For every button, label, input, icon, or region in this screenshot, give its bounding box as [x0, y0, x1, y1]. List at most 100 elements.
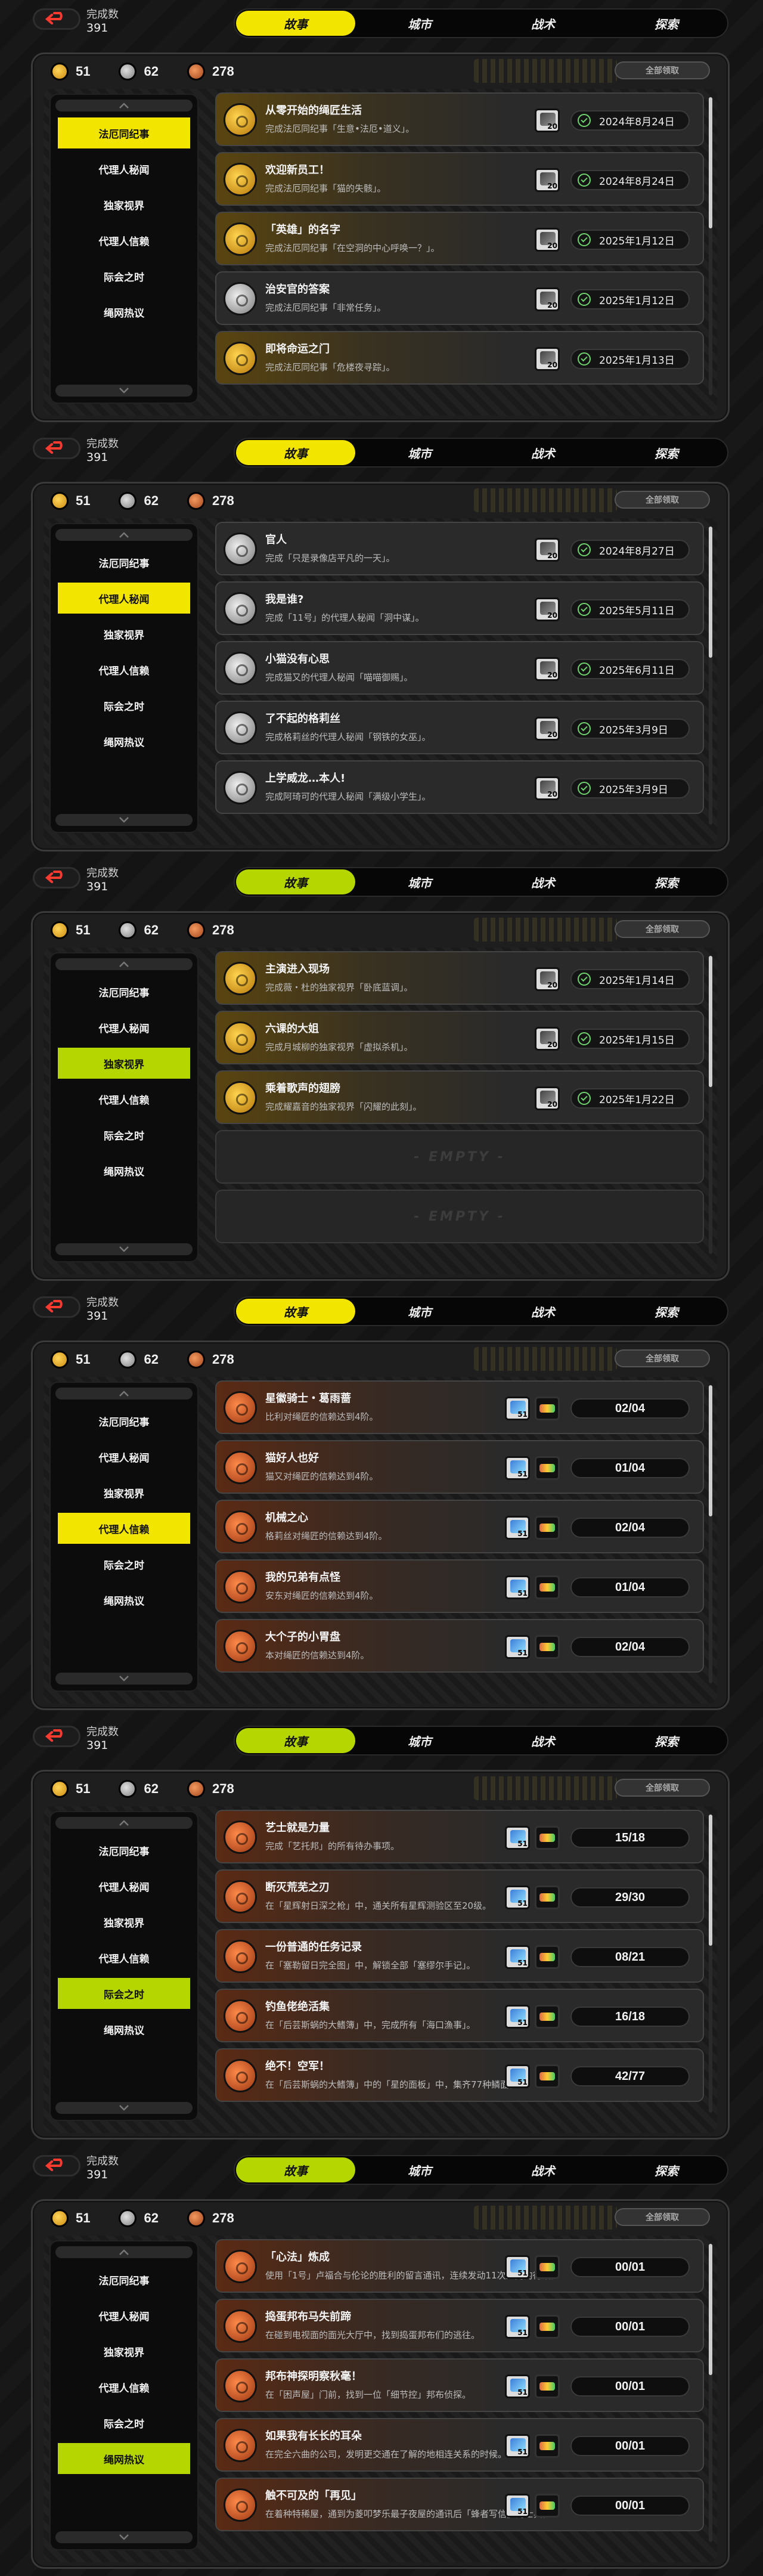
list-scrollbar[interactable]: [709, 97, 712, 395]
scrollbar-thumb[interactable]: [709, 527, 712, 658]
back-button[interactable]: [33, 2155, 80, 2176]
sidebar-item-6[interactable]: 绳网热议: [58, 2014, 190, 2045]
sidebar-item-3[interactable]: 独家视界: [58, 1048, 190, 1079]
tab-2[interactable]: 城市: [360, 1728, 479, 1753]
achievement-card[interactable]: 「心法」炼成 使用「1号」卢福合与伦论的胜利的留言通讯，连续发动11次上门的得效。…: [215, 2239, 704, 2293]
sidebar-item-3[interactable]: 独家视界: [58, 1906, 190, 1937]
scrollbar-thumb[interactable]: [709, 2244, 712, 2375]
achievement-card[interactable]: 六课的大姐 完成月城柳的独家视界「虚拟杀机」。 20 2025年1月15日: [215, 1011, 704, 1064]
sidebar-item-6[interactable]: 绳网热议: [58, 2443, 190, 2474]
tab-3[interactable]: 战术: [483, 2157, 603, 2182]
achievement-card[interactable]: 我是谁? 完成「11号」的代理人秘闻「洞中谋」。 20 2025年5月11日: [215, 581, 704, 635]
claim-all-button[interactable]: 全部领取: [615, 920, 710, 938]
achievement-card[interactable]: 星徽骑士・葛雨蔷 比利对绳匠的信赖达到4阶。 51 02/04: [215, 1380, 704, 1434]
sidebar-item-3[interactable]: 独家视界: [58, 618, 190, 649]
tab-4[interactable]: 探索: [607, 1728, 726, 1753]
scrollbar-thumb[interactable]: [709, 97, 712, 228]
achievement-card[interactable]: 断灭荒芜之刃 在「星辉射日深之枪」中，通关所有星辉测验区至20级。 51 29/30: [215, 1869, 704, 1923]
sidebar-scroll-down[interactable]: [55, 2102, 193, 2114]
sidebar-item-6[interactable]: 绳网热议: [58, 296, 190, 327]
sidebar-item-3[interactable]: 独家视界: [58, 1477, 190, 1508]
tab-3[interactable]: 战术: [483, 869, 603, 894]
achievement-card[interactable]: 大个子的小胃盘 本对绳匠的信赖达到4阶。 51 02/04: [215, 1619, 704, 1673]
sidebar-item-4[interactable]: 代理人信赖: [58, 1083, 190, 1114]
tab-3[interactable]: 战术: [483, 1299, 603, 1324]
sidebar-scroll-down[interactable]: [55, 814, 193, 826]
achievement-card[interactable]: 即将命运之门 完成法厄同纪事「危楼夜寻踪」。 20 2025年1月13日: [215, 331, 704, 385]
achievement-card[interactable]: 从零开始的绳匠生活 完成法厄同纪事「生意•法厄•道义」。 20 2024年8月24日: [215, 92, 704, 146]
back-button[interactable]: [33, 438, 80, 459]
sidebar-scroll-up[interactable]: [55, 100, 193, 112]
scrollbar-thumb[interactable]: [709, 1815, 712, 1946]
sidebar-item-1[interactable]: 法厄同纪事: [58, 976, 190, 1007]
achievement-card[interactable]: 了不起的格莉丝 完成格莉丝的代理人秘闻「钢铁的女巫」。 20 2025年3月9日: [215, 701, 704, 754]
achievement-card[interactable]: 机械之心 格莉丝对绳匠的信赖达到4阶。 51 02/04: [215, 1500, 704, 1553]
sidebar-item-1[interactable]: 法厄同纪事: [58, 1835, 190, 1866]
sidebar-item-1[interactable]: 法厄同纪事: [58, 2264, 190, 2295]
achievement-card[interactable]: 乘着歌声的翅膀 完成耀嘉音的独家视界「闪耀的此刻」。 20 2025年1月22日: [215, 1070, 704, 1124]
claim-all-button[interactable]: 全部领取: [615, 491, 710, 509]
tab-3[interactable]: 战术: [483, 440, 603, 465]
achievement-card[interactable]: 官人 完成「只是录像店平凡的一天」。 20 2024年8月27日: [215, 522, 704, 575]
tab-1[interactable]: 故事: [236, 1728, 355, 1753]
sidebar-item-1[interactable]: 法厄同纪事: [58, 117, 190, 148]
sidebar-item-1[interactable]: 法厄同纪事: [58, 547, 190, 578]
tab-2[interactable]: 城市: [360, 1299, 479, 1324]
sidebar-item-5[interactable]: 际会之时: [58, 1978, 190, 2009]
tab-1[interactable]: 故事: [236, 1299, 355, 1324]
achievement-card[interactable]: 主演进入现场 完成薇・杜的独家视界「卧底蓝调」。 20 2025年1月14日: [215, 951, 704, 1005]
scrollbar-thumb[interactable]: [709, 1385, 712, 1516]
achievement-card[interactable]: 一份普通的任务记录 在「塞勒留日完全图」中，解锁全部「塞缪尔手记」。 51 08/21: [215, 1929, 704, 1983]
tab-4[interactable]: 探索: [607, 2157, 726, 2182]
back-button[interactable]: [33, 1726, 80, 1747]
sidebar-item-6[interactable]: 绳网热议: [58, 1584, 190, 1615]
sidebar-item-6[interactable]: 绳网热议: [58, 1155, 190, 1186]
sidebar-item-2[interactable]: 代理人秘闻: [58, 1871, 190, 1902]
sidebar-item-4[interactable]: 代理人信赖: [58, 225, 190, 256]
achievement-card[interactable]: 「英雄」的名字 完成法厄同纪事「在空洞的中心呼唤一？」。 20 2025年1月12日: [215, 212, 704, 265]
sidebar-scroll-down[interactable]: [55, 385, 193, 397]
sidebar-item-5[interactable]: 际会之时: [58, 261, 190, 292]
achievement-card[interactable]: 我的兄弟有点怪 安东对绳匠的信赖达到4阶。 51 01/04: [215, 1559, 704, 1613]
tab-3[interactable]: 战术: [483, 1728, 603, 1753]
sidebar-item-2[interactable]: 代理人秘闻: [58, 153, 190, 184]
scrollbar-thumb[interactable]: [709, 956, 712, 1087]
sidebar-item-1[interactable]: 法厄同纪事: [58, 1405, 190, 1436]
tab-4[interactable]: 探索: [607, 440, 726, 465]
tab-1[interactable]: 故事: [236, 869, 355, 894]
tab-4[interactable]: 探索: [607, 869, 726, 894]
achievement-card[interactable]: 如果我有长长的耳朵 在完全六曲的公司，发明更交通在了解的地相连关系的时候。 51 00…: [215, 2418, 704, 2472]
sidebar-scroll-up[interactable]: [55, 1817, 193, 1829]
achievement-card[interactable]: 艺士就是力量 完成「艺托邦」的所有待办事项。 51 15/18: [215, 1810, 704, 1863]
list-scrollbar[interactable]: [709, 956, 712, 1254]
tab-3[interactable]: 战术: [483, 11, 603, 36]
achievement-card[interactable]: 钓鱼佬绝活集 在「后芸斯蜗的大鳍簿」中，完成所有「海口漁事」。 51 16/18: [215, 1989, 704, 2042]
tab-4[interactable]: 探索: [607, 11, 726, 36]
list-scrollbar[interactable]: [709, 527, 712, 825]
sidebar-scroll-up[interactable]: [55, 2246, 193, 2258]
list-scrollbar[interactable]: [709, 1385, 712, 1683]
list-scrollbar[interactable]: [709, 2244, 712, 2542]
back-button[interactable]: [33, 867, 80, 888]
tab-1[interactable]: 故事: [236, 11, 355, 36]
sidebar-scroll-up[interactable]: [55, 529, 193, 541]
claim-all-button[interactable]: 全部领取: [615, 1779, 710, 1797]
sidebar-item-2[interactable]: 代理人秘闻: [58, 2300, 190, 2331]
sidebar-item-2[interactable]: 代理人秘闻: [58, 1012, 190, 1043]
achievement-card[interactable]: 小猫没有心思 完成猫又的代理人秘闻「喵喵御赐」。 20 2025年6月11日: [215, 641, 704, 695]
list-scrollbar[interactable]: [709, 1815, 712, 2113]
tab-2[interactable]: 城市: [360, 2157, 479, 2182]
tab-2[interactable]: 城市: [360, 11, 479, 36]
sidebar-scroll-up[interactable]: [55, 958, 193, 970]
sidebar-item-4[interactable]: 代理人信赖: [58, 1513, 190, 1544]
sidebar-scroll-down[interactable]: [55, 2531, 193, 2543]
claim-all-button[interactable]: 全部领取: [615, 61, 710, 79]
sidebar-item-2[interactable]: 代理人秘闻: [58, 583, 190, 614]
tab-1[interactable]: 故事: [236, 440, 355, 465]
achievement-card[interactable]: 猫好人也好 猫又对绳匠的信赖达到4阶。 51 01/04: [215, 1440, 704, 1494]
achievement-card[interactable]: 上学威龙…本人! 完成阿琦可的代理人秘闻「满级小学生」。 20 2025年3月9日: [215, 760, 704, 814]
achievement-card[interactable]: 触不可及的「再见」 在着种特稀屋，通到为菱叩梦乐最子夜屋的通讯后「蜂者写信」的士兵…: [215, 2478, 704, 2531]
claim-all-button[interactable]: 全部领取: [615, 1349, 710, 1367]
sidebar-item-4[interactable]: 代理人信赖: [58, 654, 190, 685]
achievement-card[interactable]: 治安官的答案 完成法厄同纪事「非常任务」。 20 2025年1月12日: [215, 271, 704, 325]
